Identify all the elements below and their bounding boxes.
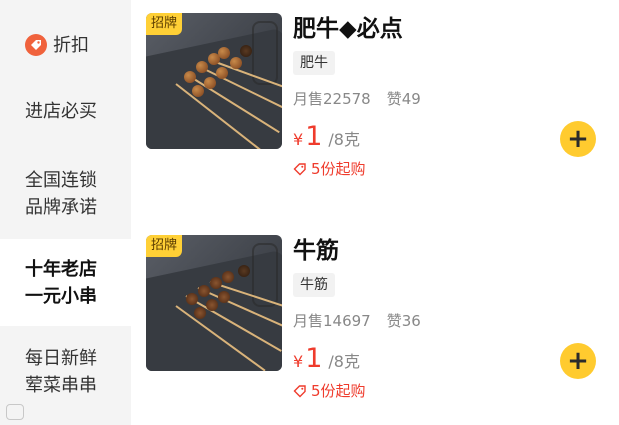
monthly-sales: 月售14697: [293, 312, 371, 330]
signature-badge: 招牌: [146, 235, 183, 257]
min-order-text: 5份起购: [311, 382, 366, 400]
sidebar-item-label: 每日新鲜: [25, 348, 97, 369]
product-stats: 月售22578 赞49: [293, 89, 421, 109]
product-tag: 肥牛: [293, 51, 335, 75]
sidebar-item-label: 十年老店: [25, 258, 97, 280]
monthly-sales: 月售22578: [293, 90, 371, 108]
plus-icon: +: [567, 124, 589, 154]
product-card[interactable]: 招牌 牛筋 牛筋 月售14697 赞36 ¥ 1 /8克 5份起购 +: [146, 235, 619, 400]
sidebar-item-label: 进店必买: [25, 100, 97, 122]
add-to-cart-button[interactable]: +: [560, 343, 596, 379]
sidebar-item-label: 一元小串: [25, 285, 97, 307]
add-to-cart-button[interactable]: +: [560, 121, 596, 157]
sidebar-item-discount[interactable]: 折扣: [0, 27, 131, 63]
sidebar-item-must-buy[interactable]: 进店必买: [0, 96, 131, 126]
sidebar-active-corner: [0, 326, 131, 336]
min-order: 5份起购: [293, 381, 366, 401]
price-value: 1: [305, 343, 323, 374]
watermark-icon: [6, 404, 24, 420]
price-unit: /8克: [328, 352, 360, 371]
signature-badge: 招牌: [146, 13, 183, 35]
price-tag-icon: [293, 163, 306, 176]
sidebar-item-ten-year-shop[interactable]: 十年老店 一元小串: [0, 239, 131, 326]
min-order-text: 5份起购: [311, 160, 366, 178]
currency-symbol: ¥: [293, 130, 304, 149]
min-order: 5份起购: [293, 159, 366, 179]
sidebar-item-label: 全国连锁: [25, 170, 97, 191]
sidebar-item-label: 折扣: [53, 34, 89, 56]
plus-icon: +: [567, 346, 589, 376]
sidebar-item-label: 荤菜串串: [25, 375, 97, 396]
watermark-logo: [6, 404, 28, 420]
product-price: ¥ 1 /8克: [293, 121, 360, 156]
sidebar-item-fresh-daily[interactable]: 每日新鲜 荤菜串串: [0, 344, 131, 400]
product-card[interactable]: 招牌 肥牛◆必点 肥牛 月售22578 赞49 ¥ 1 /8克 5份起购 +: [146, 13, 619, 178]
price-value: 1: [305, 121, 323, 152]
sidebar-item-chain-promise[interactable]: 全国连锁 品牌承诺: [0, 166, 131, 222]
price-tag-icon: [293, 385, 306, 398]
product-price: ¥ 1 /8克: [293, 343, 360, 378]
price-unit: /8克: [328, 130, 360, 149]
currency-symbol: ¥: [293, 352, 304, 371]
sidebar-active-corner: [0, 229, 131, 239]
likes-count: 赞36: [386, 312, 421, 330]
sidebar-item-label: 品牌承诺: [25, 197, 97, 218]
product-tag: 牛筋: [293, 273, 335, 297]
product-name: 肥牛◆必点: [293, 16, 403, 42]
product-stats: 月售14697 赞36: [293, 311, 421, 331]
likes-count: 赞49: [386, 90, 421, 108]
product-name: 牛筋: [293, 238, 339, 264]
category-sidebar: 折扣 进店必买 全国连锁 品牌承诺 十年老店 一元小串 每日新鲜 荤菜串串: [0, 0, 131, 425]
discount-icon: [25, 34, 47, 56]
